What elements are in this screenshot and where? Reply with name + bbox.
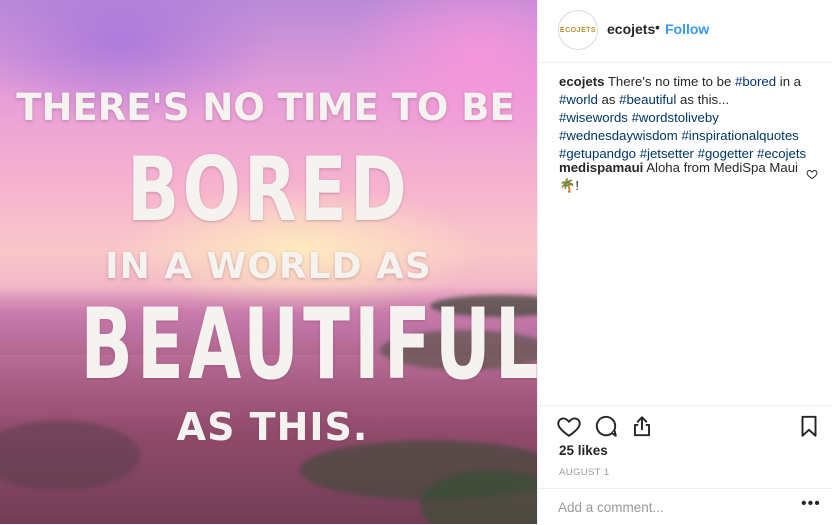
caption-text: in a (776, 74, 802, 89)
share-icon[interactable] (629, 413, 655, 439)
comment-text: Aloha from MediSpa Maui (643, 160, 798, 175)
caption-text: as (597, 92, 620, 107)
caption-text: as this... (676, 92, 730, 107)
follow-button[interactable]: Follow (665, 21, 709, 37)
add-comment-bar: ••• (538, 488, 832, 525)
hashtag-link[interactable]: #beautiful (619, 92, 676, 107)
heart-icon[interactable] (556, 413, 582, 439)
hashtag-link[interactable]: #wisewords (559, 110, 628, 125)
hashtag-link[interactable]: #wordstoliveby (632, 110, 719, 125)
post-date[interactable]: AUGUST 1 (559, 467, 610, 478)
hashtag-link[interactable]: #world (559, 92, 598, 107)
comment-item: medispamaui Aloha from MediSpa Maui 🌴! (559, 159, 799, 195)
more-options-icon[interactable]: ••• (801, 495, 821, 513)
hashtag-link[interactable]: #bored (735, 74, 776, 89)
likes-count[interactable]: 25 likes (559, 443, 608, 458)
header-separator: • (655, 19, 660, 35)
caption-text: There's no time to be (604, 74, 736, 89)
comment-like-heart-icon[interactable] (806, 168, 818, 180)
quote-line-5: AS THIS. (176, 405, 369, 449)
caption-username[interactable]: ecojets (559, 74, 604, 89)
post-image[interactable]: THERE'S NO TIME TO BE BORED IN A WORLD A… (0, 0, 537, 524)
add-comment-input[interactable] (558, 498, 778, 516)
quote-line-2: BORED (127, 138, 410, 241)
quote-line-1: THERE'S NO TIME TO BE (16, 86, 515, 129)
hashtag-link[interactable]: #wednesdaywisdom (559, 128, 678, 143)
palm-tree-emoji: 🌴 (559, 178, 576, 193)
quote-line-4: BEAUTIFUL (80, 288, 537, 402)
bookmark-icon[interactable] (796, 413, 822, 439)
header-username[interactable]: ecojets (607, 21, 655, 37)
avatar-logo-text: ECOJETS (559, 26, 597, 34)
caption: ecojets There's no time to be #bored in … (559, 73, 821, 163)
comment-icon[interactable] (593, 413, 619, 439)
post-header: ECOJETS ecojets • Follow (538, 0, 832, 63)
post-side-panel: ECOJETS ecojets • Follow ecojets There's… (537, 0, 832, 524)
comment-username[interactable]: medispamaui (559, 160, 643, 175)
hashtag-link[interactable]: #inspirationalquotes (681, 128, 798, 143)
avatar[interactable]: ECOJETS (558, 10, 598, 50)
actions-divider (538, 405, 832, 407)
comment-suffix: ! (575, 178, 580, 193)
quote-line-3: IN A WORLD AS (105, 246, 432, 287)
